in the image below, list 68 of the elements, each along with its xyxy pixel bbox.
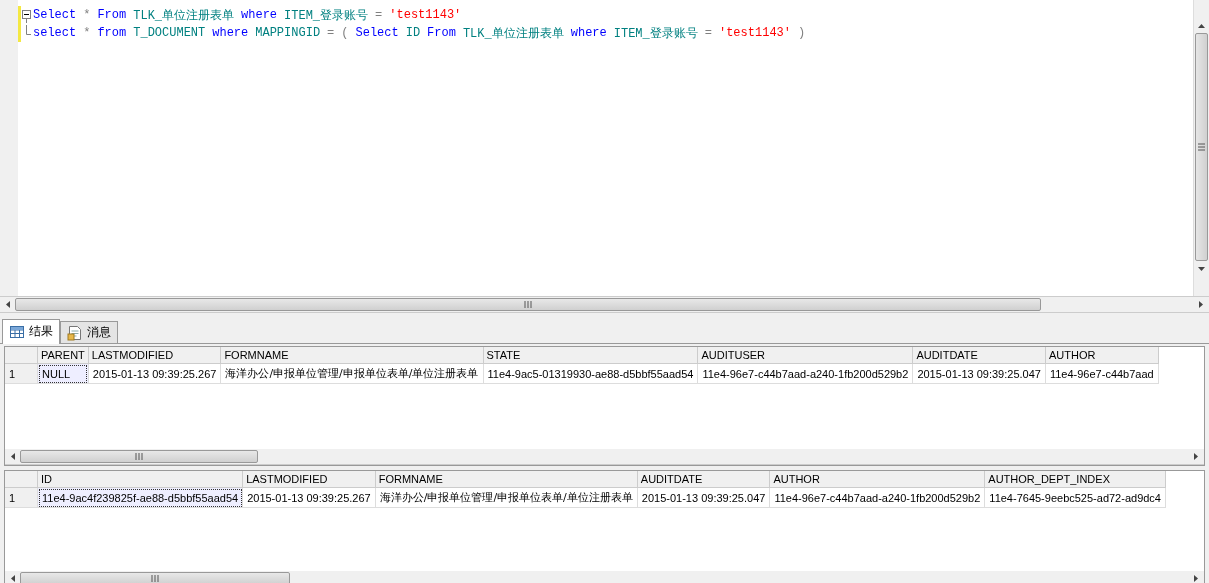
table-cell[interactable]: 2015-01-13 09:39:25.267	[88, 363, 221, 384]
sql-token: MAPPINGID	[255, 26, 321, 40]
column-header[interactable]: ID	[37, 471, 243, 488]
sql-token: )	[798, 26, 806, 40]
table-cell[interactable]: 11e4-96e7-c44b7aad	[1045, 363, 1159, 384]
sql-token: *	[83, 8, 91, 22]
scroll-left-button[interactable]	[10, 453, 15, 460]
sql-token: =	[375, 8, 383, 22]
sql-token: ITEM_登录账号	[613, 25, 698, 42]
table-icon	[9, 324, 25, 339]
sql-token: where	[570, 26, 607, 40]
table-cell[interactable]: 海洋办公/申报单位管理/申报单位表单/单位注册表单	[375, 487, 638, 508]
sql-token: Select	[33, 8, 77, 22]
row-number: 1	[5, 487, 38, 508]
column-header[interactable]: AUDITDATE	[912, 347, 1046, 364]
column-header[interactable]: PARENT	[37, 347, 89, 364]
sql-token: 'test1143'	[718, 26, 791, 40]
column-header[interactable]: FORMNAME	[220, 347, 483, 364]
table-cell[interactable]: 11e4-96e7-c44b7aad-a240-1fb200d529b2	[769, 487, 985, 508]
sql-token: (	[341, 26, 349, 40]
sql-token: From	[427, 26, 456, 40]
column-header[interactable]: LASTMODIFIED	[88, 347, 221, 364]
row-number: 1	[5, 363, 38, 384]
column-header[interactable]: AUDITDATE	[637, 471, 770, 488]
scrollbar-thumb[interactable]	[20, 450, 258, 463]
document-icon	[67, 324, 83, 341]
scrollbar-thumb[interactable]	[20, 572, 290, 583]
column-header[interactable]: AUTHOR_DEPT_INDEX	[984, 471, 1166, 488]
sql-token: where	[212, 26, 249, 40]
sql-token: =	[327, 26, 335, 40]
sql-token: From	[97, 8, 127, 22]
results-tab[interactable]: 结果	[2, 319, 60, 344]
sql-token: Select	[355, 26, 399, 40]
column-header[interactable]: AUTHOR	[1045, 347, 1159, 364]
scroll-up-button[interactable]	[1198, 23, 1205, 28]
sql-token: ID	[405, 26, 421, 40]
sql-token: ITEM_登录账号	[284, 7, 369, 24]
table-cell[interactable]: 11e4-96e7-c44b7aad-a240-1fb200d529b2	[697, 363, 913, 384]
column-header[interactable]: AUDITUSER	[697, 347, 913, 364]
column-header[interactable]: STATE	[483, 347, 698, 364]
collapse-icon[interactable]	[22, 7, 31, 23]
sql-token: =	[704, 26, 712, 40]
sql-token: TLK_单位注册表单	[133, 7, 235, 24]
scrollbar-thumb[interactable]	[15, 298, 1041, 311]
sql-token: from	[97, 26, 127, 40]
table-cell[interactable]: 2015-01-13 09:39:25.267	[242, 487, 376, 508]
table-cell[interactable]: 2015-01-13 09:39:25.047	[912, 363, 1046, 384]
column-header[interactable]: LASTMODIFIED	[242, 471, 376, 488]
table-cell[interactable]: 11e4-9ac5-01319930-ae88-d5bbf55aad54	[483, 363, 698, 384]
sql-token: *	[83, 26, 91, 40]
table-cell[interactable]: 11e4-7645-9eebc525-ad72-ad9dc4	[984, 487, 1166, 508]
table-cell[interactable]: 2015-01-13 09:39:25.047	[637, 487, 770, 508]
column-header[interactable]: FORMNAME	[375, 471, 638, 488]
sql-token: T_DOCUMENT	[133, 26, 206, 40]
scroll-left-button[interactable]	[10, 575, 15, 582]
scroll-right-button[interactable]	[1199, 301, 1204, 308]
scrollbar-thumb[interactable]	[1195, 33, 1208, 261]
column-header[interactable]: AUTHOR	[769, 471, 985, 488]
results-tab[interactable]: 消息	[60, 321, 118, 343]
table-cell[interactable]: 海洋办公/申报单位管理/申报单位表单/单位注册表单	[220, 363, 483, 384]
sql-token: where	[241, 8, 278, 22]
scroll-right-button[interactable]	[1194, 575, 1199, 582]
scroll-right-button[interactable]	[1194, 453, 1199, 460]
sql-token: TLK_单位注册表单	[462, 25, 564, 42]
scroll-down-button[interactable]	[1198, 266, 1205, 271]
sql-token: select	[33, 26, 77, 40]
sql-token: 'test1143'	[389, 8, 462, 22]
scroll-left-button[interactable]	[5, 301, 10, 308]
